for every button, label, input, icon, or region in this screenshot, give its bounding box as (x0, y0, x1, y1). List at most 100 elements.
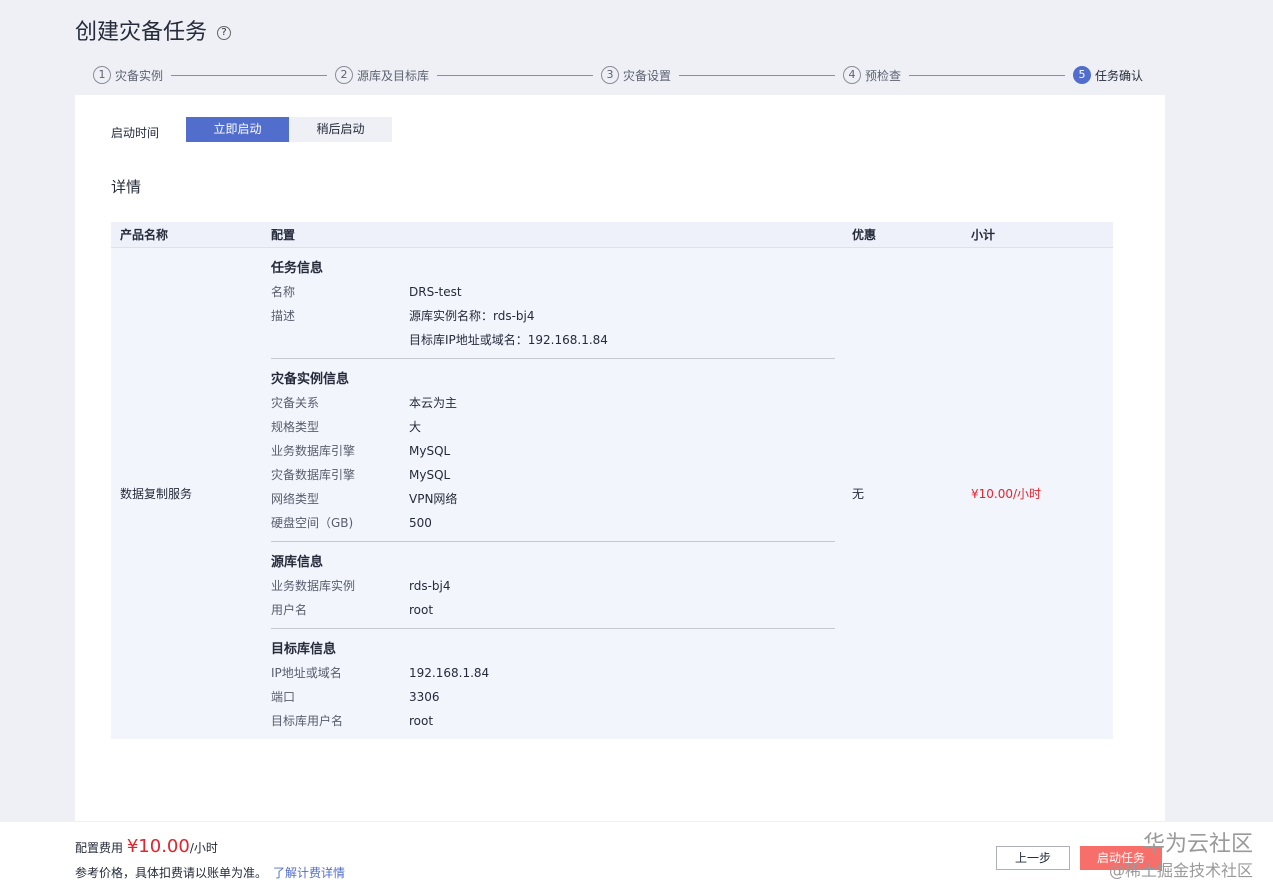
config-row: 业务数据库引擎 MySQL (271, 439, 835, 463)
page-title: 创建灾备任务? (75, 14, 232, 46)
config-value: DRS-test (409, 284, 462, 299)
config-value: 500 (409, 515, 432, 530)
config-value: 本云为主 (409, 395, 458, 410)
group-title: 目标库信息 (271, 641, 337, 657)
help-icon[interactable]: ? (217, 26, 232, 40)
step-number: 4 (843, 66, 861, 84)
fee-note-text: 参考价格，具体扣费请以账单为准。 (75, 866, 268, 880)
step-connector (679, 74, 835, 76)
product-name: 数据复制服务 (120, 486, 193, 501)
config-key: 用户名 (271, 602, 308, 617)
step-connector (909, 74, 1065, 76)
start-now-button[interactable]: 立即启动 (186, 117, 289, 142)
config-row: 端口 3306 (271, 685, 835, 709)
config-value: VPN网络 (409, 491, 458, 506)
config-row: 灾备关系 本云为主 (271, 391, 835, 415)
config-group: 目标库信息 IP地址或域名 192.168.1.84 端口 3306 目标库用户名 root (271, 627, 835, 739)
step-label: 源库及目标库 (357, 68, 430, 83)
fee-note: 参考价格，具体扣费请以账单为准。 了解计费详情 (75, 864, 345, 881)
config-value: MySQL (409, 443, 451, 458)
main-card: 启动时间 立即启动 稍后启动 详情 产品名称 配置 优惠 小计 数据复制服务 任… (75, 95, 1165, 821)
config-row: 网络类型 VPN网络 (271, 487, 835, 511)
config-group: 源库信息业务数据库实例 rds-bj4 用户名 root (271, 540, 835, 628)
config-value: 大 (409, 419, 422, 434)
watermark-line2: @稀土掘金技术社区 (1108, 861, 1253, 880)
step-label: 任务确认 (1095, 68, 1144, 83)
detail-heading: 详情 (111, 178, 142, 196)
detail-table: 产品名称 配置 优惠 小计 数据复制服务 任务信息名称 DRS-test 描述 源库实… (111, 222, 1113, 739)
config-key: 业务数据库引擎 (271, 443, 356, 458)
col-header: 优惠 (843, 222, 962, 248)
config-row: 规格类型 大 (271, 415, 835, 439)
col-header: 小计 (962, 222, 1113, 248)
config-key: 规格类型 (271, 419, 320, 434)
config-row: 硬盘空间（GB) 500 (271, 511, 835, 535)
start-time-label: 启动时间 (111, 126, 160, 140)
config-value: MySQL (409, 467, 451, 482)
config-group: 灾备实例信息 灾备关系 本云为主规格类型 大业务数据库引擎 MySQL 灾备数据库引擎 My… (271, 357, 835, 541)
step-number: 3 (601, 66, 619, 84)
config-value: 目标库IP地址或域名：192.168.1.84 (409, 332, 608, 347)
footer-bar: 配置费用 ¥10.00/小时 参考价格，具体扣费请以账单为准。 了解计费详情 上一… (0, 822, 1273, 886)
step-1: 1 灾备实例 (93, 66, 163, 84)
config-key: IP地址或域名 (271, 665, 342, 680)
pricing-details-link[interactable]: 了解计费详情 (273, 866, 345, 880)
stepper: 1 灾备实例 2 源库及目标库 3 灾备设置 4 预检查 5 任务确认 (93, 65, 1143, 85)
config-value: 192.168.1.84 (409, 665, 490, 680)
discount: 无 (852, 486, 865, 501)
watermark-line1: 华为云社区 (1142, 832, 1253, 857)
group-title: 灾备实例信息 (271, 371, 350, 387)
config-key: 硬盘空间（GB) (271, 515, 354, 530)
config-row: 目标库IP地址或域名：192.168.1.84 (271, 328, 835, 352)
config-key: 描述 (271, 308, 296, 323)
fee-label: 配置费用 (75, 841, 124, 855)
config-row: 名称 DRS-test (271, 280, 835, 304)
start-later-button[interactable]: 稍后启动 (289, 117, 392, 142)
config-key: 端口 (271, 689, 296, 704)
step-connector (437, 74, 593, 76)
config-row: 目标库用户名 root (271, 709, 835, 733)
step-label: 预检查 (865, 68, 902, 83)
config-value: root (409, 602, 434, 617)
step-4: 4 预检查 (843, 66, 901, 84)
config-value: 3306 (409, 689, 440, 704)
group-title: 任务信息 (271, 260, 324, 276)
step-label: 灾备设置 (623, 68, 672, 83)
step-5: 5 任务确认 (1073, 66, 1143, 84)
group-title: 源库信息 (271, 554, 324, 570)
fee-amount: ¥10.00 (126, 836, 190, 857)
step-2: 2 源库及目标库 (335, 66, 429, 84)
step-connector (171, 74, 327, 76)
config-key: 名称 (271, 284, 296, 299)
config-value: 源库实例名称：rds-bj4 (409, 308, 535, 323)
step-number: 2 (335, 66, 353, 84)
config-key: 网络类型 (271, 491, 320, 506)
fee-summary: 配置费用 ¥10.00/小时 (75, 836, 218, 857)
config-row: 用户名 root (271, 598, 835, 622)
watermark: 华为云社区 @稀土掘金技术社区 (1109, 832, 1253, 884)
config-key: 业务数据库实例 (271, 578, 356, 593)
step-number: 5 (1073, 66, 1091, 84)
page-title-text: 创建灾备任务 (75, 20, 208, 45)
config-row: 业务数据库实例 rds-bj4 (271, 574, 835, 598)
config-row: 灾备数据库引擎 MySQL (271, 463, 835, 487)
subtotal: ¥10.00/小时 (971, 486, 1042, 501)
previous-button[interactable]: 上一步 (996, 846, 1070, 870)
step-label: 灾备实例 (115, 68, 164, 83)
config-key: 灾备数据库引擎 (271, 467, 356, 482)
config-key: 灾备关系 (271, 395, 320, 410)
config-value: root (409, 713, 434, 728)
config-row: 描述 源库实例名称：rds-bj4 (271, 304, 835, 328)
config-key: 目标库用户名 (271, 713, 344, 728)
config-value: rds-bj4 (409, 578, 451, 593)
config-row: IP地址或域名 192.168.1.84 (271, 661, 835, 685)
config-group: 任务信息名称 DRS-test 描述 源库实例名称：rds-bj4 目标库IP地址或域名… (271, 248, 835, 358)
config-cell: 任务信息名称 DRS-test 描述 源库实例名称：rds-bj4 目标库IP地址或域名… (262, 247, 843, 739)
fee-unit: /小时 (189, 841, 218, 855)
col-header: 配置 (262, 222, 843, 248)
start-time-toggle: 立即启动 稍后启动 (186, 117, 392, 142)
step-3: 3 灾备设置 (601, 66, 671, 84)
col-header: 产品名称 (111, 222, 262, 248)
config-key (271, 328, 409, 352)
step-number: 1 (93, 66, 111, 84)
